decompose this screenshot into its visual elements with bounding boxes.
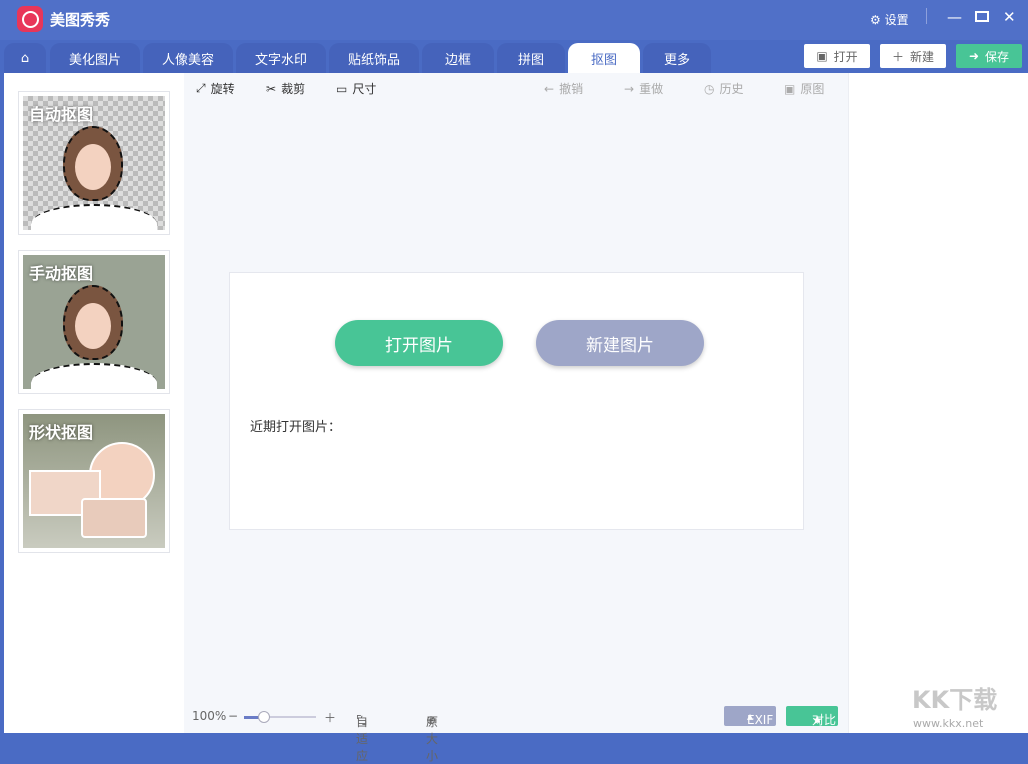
tab-text[interactable]: 文字水印 [236, 43, 326, 73]
rotate-icon: ⤢ [196, 81, 206, 95]
recent-images-label: 近期打开图片： [250, 420, 342, 435]
home-icon: ⌂ [20, 50, 30, 66]
watermark-logo: KK下载 [912, 686, 998, 714]
zoom-out-button[interactable]: − [228, 709, 238, 723]
open-image-button[interactable]: 打开图片 [335, 320, 503, 366]
rotate-button[interactable]: ⤢ 旋转 [196, 80, 235, 97]
tab-beautify[interactable]: 美化图片 [50, 43, 140, 73]
tab-portrait[interactable]: 人像美容 [143, 43, 233, 73]
size-label: 尺寸 [352, 82, 377, 96]
workspace: 自动抠图 手动抠图 形状抠图 ⤢ 旋转 ✂ 裁剪 ▭ 尺寸 ← 撤销 → 重做 ◷ 历史 ▣… [4, 73, 1028, 763]
manual-cutout-card[interactable]: 手动抠图 [18, 250, 170, 394]
auto-cutout-card[interactable]: 自动抠图 [18, 91, 170, 235]
resize-icon: ▭ [336, 81, 348, 96]
auto-cutout-label: 自动抠图 [29, 105, 94, 124]
save-label: 保存 [985, 49, 1010, 64]
zoom-level: 100% [192, 709, 227, 723]
compare-label: 对比 [812, 713, 837, 727]
zoom-slider[interactable] [244, 711, 316, 723]
clock-icon: ◷ [704, 81, 715, 96]
tab-collage[interactable]: 拼图 [497, 43, 565, 73]
arrow-left-icon: ← [544, 81, 555, 96]
redo-label: 重做 [639, 82, 664, 96]
export-icon: ➜ [968, 49, 980, 63]
start-panel: 打开图片 新建图片 近期打开图片： [229, 272, 804, 530]
crop-button[interactable]: ✂ 裁剪 [266, 80, 305, 97]
title-bar: 美图秀秀 ⚙ 设置 — ✕ [0, 0, 1028, 40]
canvas-area: ⤢ 旋转 ✂ 裁剪 ▭ 尺寸 ← 撤销 → 重做 ◷ 历史 ▣ 原图 打开图片 新建图片 近期… [184, 73, 848, 763]
undo-button[interactable]: ← 撤销 [544, 80, 583, 97]
new-button[interactable]: ＋ 新建 [880, 44, 946, 68]
crop-label: 裁剪 [281, 82, 306, 96]
settings-label: 设置 [884, 13, 909, 27]
settings-button[interactable]: ⚙ 设置 [870, 11, 909, 28]
cutout-sidebar: 自动抠图 手动抠图 形状抠图 [4, 73, 184, 733]
tab-home[interactable]: ⌂ [4, 43, 46, 73]
undo-label: 撤销 [559, 82, 584, 96]
save-button[interactable]: ➜ 保存 [956, 44, 1022, 68]
tab-stickers[interactable]: 贴纸饰品 [329, 43, 419, 73]
zoom-slider-handle[interactable] [258, 711, 270, 723]
arrow-right-icon: → [624, 81, 635, 96]
image-icon: ▣ [784, 81, 796, 96]
zoom-in-button[interactable]: ＋ [324, 709, 336, 726]
actual-size-label: 原大小 [426, 715, 439, 763]
gear-icon: ⚙ [870, 13, 881, 27]
auto-cutout-thumbnail: 自动抠图 [23, 96, 165, 230]
tab-more[interactable]: 更多 [643, 43, 711, 73]
new-image-button[interactable]: 新建图片 [536, 320, 704, 366]
original-label: 原图 [800, 82, 825, 96]
right-panel [848, 73, 1028, 733]
redo-button[interactable]: → 重做 [624, 80, 663, 97]
minimize-button[interactable]: — [947, 8, 962, 26]
app-logo-icon [17, 6, 43, 32]
divider [926, 8, 927, 24]
image-icon: ▣ [816, 49, 828, 63]
original-button[interactable]: ▣ 原图 [784, 80, 824, 97]
shape-cutout-label: 形状抠图 [29, 423, 94, 442]
close-button[interactable]: ✕ [1003, 8, 1016, 26]
app-title: 美图秀秀 [50, 11, 111, 29]
exif-label: EXIF [746, 713, 774, 727]
exif-button[interactable]: EXIF ▴ [724, 706, 776, 727]
compare-button[interactable]: ★ 对比 [786, 706, 838, 727]
open-button[interactable]: ▣ 打开 [804, 44, 870, 68]
watermark-url: www.kkx.net [913, 717, 984, 730]
history-button[interactable]: ◷ 历史 [704, 80, 744, 97]
open-label: 打开 [833, 49, 858, 64]
manual-cutout-label: 手动抠图 [29, 264, 94, 283]
tab-frames[interactable]: 边框 [422, 43, 494, 73]
scissors-icon: ✂ [266, 81, 277, 96]
main-tabs: ⌂ 美化图片 人像美容 文字水印 贴纸饰品 边框 拼图 抠图 更多 [0, 40, 800, 73]
tab-cutout[interactable]: 抠图 [568, 43, 640, 73]
new-label: 新建 [910, 49, 935, 64]
rotate-label: 旋转 [210, 82, 235, 96]
shape-cutout-card[interactable]: 形状抠图 [18, 409, 170, 553]
manual-cutout-thumbnail: 手动抠图 [23, 255, 165, 389]
status-bar: 100% − ＋ ⌜⌟ 自适应 ⊕ 原大小 EXIF ▴ ★ 对比 [184, 705, 848, 763]
plus-icon: ＋ [891, 49, 904, 64]
history-label: 历史 [719, 82, 744, 96]
size-button[interactable]: ▭ 尺寸 [336, 80, 376, 97]
shape-cutout-thumbnail: 形状抠图 [23, 414, 165, 548]
fit-label: 自适应 [356, 715, 369, 763]
maximize-button[interactable] [975, 11, 989, 22]
